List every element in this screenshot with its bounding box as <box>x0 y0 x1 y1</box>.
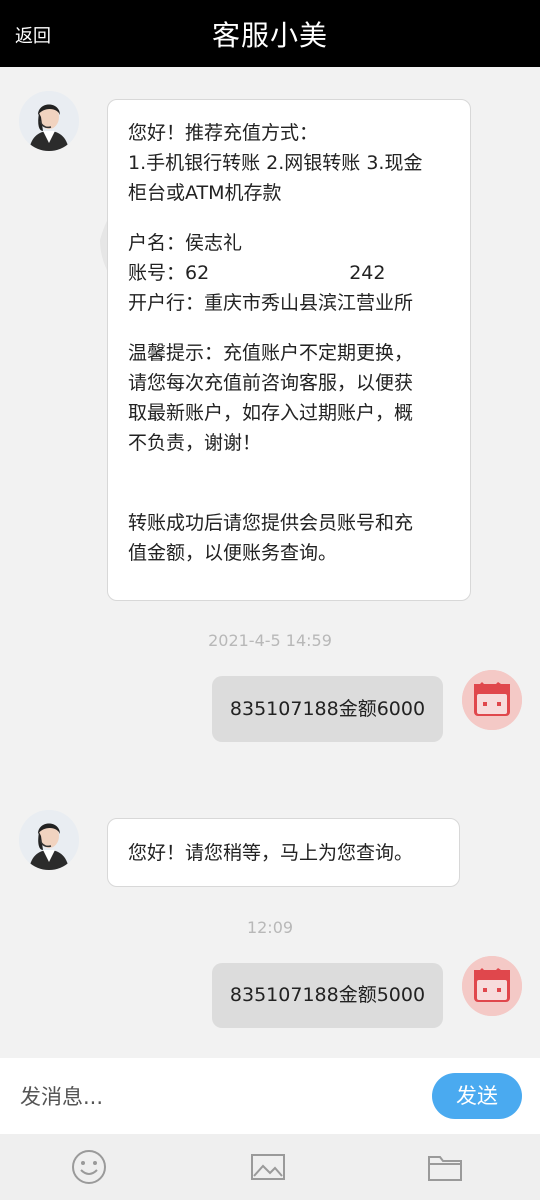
message-text: 您好！推荐充值方式： <box>128 122 319 144</box>
user-avatar <box>462 670 522 730</box>
message-text: 您好！请您稍等，马上为您查询。 <box>128 842 414 864</box>
image-icon[interactable] <box>249 1148 287 1186</box>
user-message-bubble: 835107188金额5000 <box>212 963 443 1028</box>
agent-avatar-icon <box>19 91 79 151</box>
agent-message-bubble: 您好！请您稍等，马上为您查询。 <box>107 818 460 887</box>
bank-branch: 开户行：重庆市秀山县滨江营业所 <box>128 292 414 314</box>
agent-avatar <box>19 91 79 151</box>
attachment-toolbar <box>0 1134 540 1200</box>
message-text: 1.手机银行转账 2.网银转账 3.现金 <box>128 152 423 174</box>
user-message-bubble: 835107188金额6000 <box>212 676 443 742</box>
message-input[interactable] <box>18 1078 412 1116</box>
agent-avatar <box>19 810 79 870</box>
emoji-icon[interactable] <box>70 1148 108 1186</box>
account-number: 账号：62 242 <box>128 262 386 284</box>
folder-icon[interactable] <box>426 1148 464 1186</box>
message-text: 值金额，以便账务查询。 <box>128 542 338 564</box>
message-text: 温馨提示：充值账户不定期更换， <box>128 342 414 364</box>
agent-message-bubble: 您好！推荐充值方式： 1.手机银行转账 2.网银转账 3.现金 柜台或ATM机存… <box>107 99 471 601</box>
message-text: 请您每次充值前咨询客服，以便获 <box>128 372 414 394</box>
message-timestamp: 2021-4-5 14:59 <box>208 631 332 650</box>
composer-bar: 发送 <box>0 1058 540 1134</box>
message-text: 柜台或ATM机存款 <box>128 182 282 204</box>
send-button[interactable]: 发送 <box>432 1073 522 1119</box>
top-bar: 返回 客服小美 <box>0 0 540 67</box>
account-name: 户名：侯志礼 <box>128 232 243 254</box>
message-text: 转账成功后请您提供会员账号和充 <box>128 512 414 534</box>
message-text: 不负责，谢谢！ <box>128 432 262 454</box>
agent-avatar-icon <box>19 810 79 870</box>
message-text: 取最新账户，如存入过期账户，概 <box>128 402 414 424</box>
user-avatar-icon <box>462 956 522 1016</box>
page-title: 客服小美 <box>211 19 328 52</box>
message-timestamp: 12:09 <box>246 918 294 937</box>
chat-area[interactable]: 您好！推荐充值方式： 1.手机银行转账 2.网银转账 3.现金 柜台或ATM机存… <box>0 67 540 1057</box>
user-avatar-icon <box>462 670 522 730</box>
user-avatar <box>462 956 522 1016</box>
